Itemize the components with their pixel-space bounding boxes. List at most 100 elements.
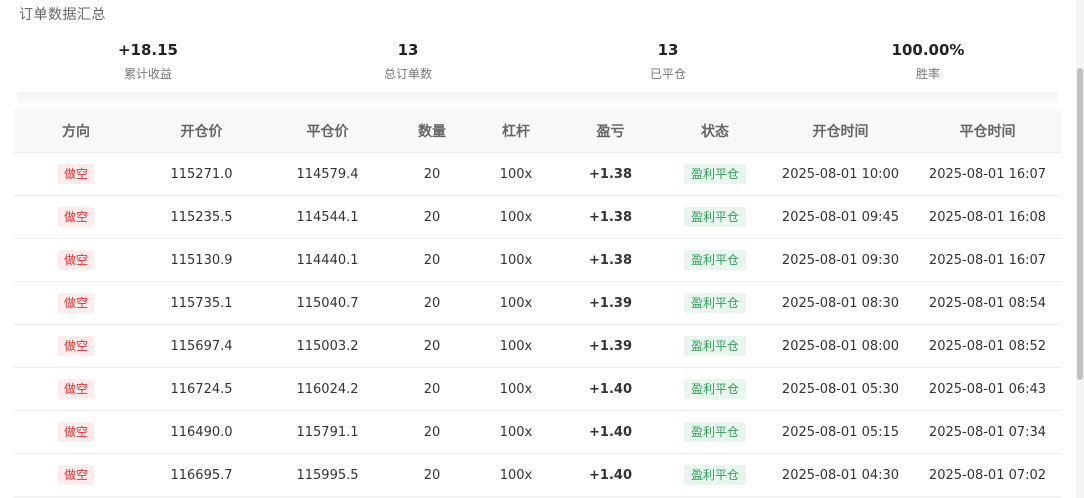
cell-close-price: 115995.5: [296, 467, 359, 483]
scrollbar-thumb[interactable]: [1077, 68, 1083, 380]
cell-direction: 做空: [14, 379, 138, 399]
stats-bar: +18.15 累计收益 13 总订单数 13 已平仓 100.00% 胜率: [18, 40, 1058, 90]
cell-direction: 做空: [14, 336, 138, 356]
status-badge: 盈利平仓: [683, 422, 746, 442]
header-direction[interactable]: 方向: [14, 121, 138, 141]
stat-closed: 13 已平仓: [538, 40, 798, 90]
order-summary-page: 订单数据汇总 +18.15 累计收益 13 总订单数 13 已平仓 100.00…: [0, 0, 1084, 498]
cell-pnl: +1.38: [589, 209, 632, 225]
cell-status: 盈利平仓: [663, 465, 767, 485]
cell-status: 盈利平仓: [663, 207, 767, 227]
status-badge: 盈利平仓: [683, 250, 746, 270]
cell-open-time: 2025-08-01 08:00: [781, 338, 900, 354]
direction-tag: 做空: [57, 336, 94, 356]
header-leverage[interactable]: 杠杆: [474, 121, 558, 141]
cell-close-time: 2025-08-01 16:08: [928, 209, 1047, 225]
cell-open-time: 2025-08-01 09:45: [781, 209, 900, 225]
cell-quantity: 20: [423, 338, 441, 354]
cell-open-price: 116695.7: [170, 467, 233, 483]
direction-tag: 做空: [57, 250, 94, 270]
direction-tag: 做空: [57, 164, 94, 184]
header-pnl[interactable]: 盈亏: [558, 121, 663, 141]
cell-direction: 做空: [14, 293, 138, 313]
direction-tag: 做空: [57, 465, 94, 485]
direction-tag: 做空: [57, 422, 94, 442]
cell-close-price: 114579.4: [296, 166, 359, 182]
table-header: 方向 开仓价 平仓价 数量 杠杆 盈亏 状态 开仓时间 平仓时间: [14, 109, 1061, 153]
vertical-scrollbar[interactable]: [1076, 0, 1084, 498]
direction-tag: 做空: [57, 207, 94, 227]
stat-total-orders: 13 总订单数: [278, 40, 538, 90]
cell-status: 盈利平仓: [663, 164, 767, 184]
cell-open-time: 2025-08-01 04:30: [781, 467, 900, 483]
cell-close-time: 2025-08-01 07:02: [928, 467, 1047, 483]
cell-close-time: 2025-08-01 08:54: [928, 295, 1047, 311]
cell-open-time: 2025-08-01 10:00: [781, 166, 900, 182]
cell-pnl: +1.39: [589, 338, 632, 354]
cell-close-price: 114440.1: [296, 252, 359, 268]
stat-value: 100.00%: [891, 41, 965, 59]
cell-close-price: 115791.1: [296, 424, 359, 440]
header-close-time[interactable]: 平仓时间: [914, 121, 1061, 141]
header-open-price[interactable]: 开仓价: [138, 121, 265, 141]
table-row[interactable]: 做空 116695.7 115995.5 20 100x +1.40 盈利平仓 …: [14, 454, 1061, 497]
cell-pnl: +1.40: [589, 467, 632, 483]
cell-open-price: 115697.4: [170, 338, 233, 354]
table-row[interactable]: 做空 115735.1 115040.7 20 100x +1.39 盈利平仓 …: [14, 282, 1061, 325]
cell-open-time: 2025-08-01 08:30: [781, 295, 900, 311]
cell-quantity: 20: [423, 295, 441, 311]
cell-quantity: 20: [423, 209, 441, 225]
status-badge: 盈利平仓: [683, 207, 746, 227]
cell-open-price: 116724.5: [170, 381, 233, 397]
table-row[interactable]: 做空 115235.5 114544.1 20 100x +1.38 盈利平仓 …: [14, 196, 1061, 239]
status-badge: 盈利平仓: [683, 465, 746, 485]
status-badge: 盈利平仓: [683, 164, 746, 184]
header-status[interactable]: 状态: [663, 121, 767, 141]
status-badge: 盈利平仓: [683, 336, 746, 356]
cell-leverage: 100x: [499, 338, 533, 354]
cell-pnl: +1.38: [589, 252, 632, 268]
cell-quantity: 20: [423, 252, 441, 268]
cell-close-price: 115003.2: [296, 338, 359, 354]
table-row[interactable]: 做空 115697.4 115003.2 20 100x +1.39 盈利平仓 …: [14, 325, 1061, 368]
cell-close-price: 116024.2: [296, 381, 359, 397]
cell-pnl: +1.40: [589, 424, 632, 440]
cell-status: 盈利平仓: [663, 336, 767, 356]
cell-direction: 做空: [14, 250, 138, 270]
cell-direction: 做空: [14, 422, 138, 442]
cell-status: 盈利平仓: [663, 422, 767, 442]
stat-value: +18.15: [117, 41, 178, 59]
stat-win-rate: 100.00% 胜率: [798, 40, 1058, 90]
stat-value: 13: [657, 41, 679, 59]
table-row[interactable]: 做空 115271.0 114579.4 20 100x +1.38 盈利平仓 …: [14, 153, 1061, 196]
header-open-time[interactable]: 开仓时间: [767, 121, 914, 141]
cell-pnl: +1.38: [589, 166, 632, 182]
stat-total-profit: +18.15 累计收益: [18, 40, 278, 90]
cell-direction: 做空: [14, 207, 138, 227]
cell-pnl: +1.39: [589, 295, 632, 311]
status-badge: 盈利平仓: [683, 293, 746, 313]
cell-direction: 做空: [14, 164, 138, 184]
header-close-price[interactable]: 平仓价: [265, 121, 390, 141]
cell-quantity: 20: [423, 424, 441, 440]
cell-open-price: 115735.1: [170, 295, 233, 311]
stat-label: 胜率: [915, 67, 940, 81]
cell-close-price: 114544.1: [296, 209, 359, 225]
cell-close-time: 2025-08-01 07:34: [928, 424, 1047, 440]
section-title: 订单数据汇总: [19, 7, 106, 23]
table-row[interactable]: 做空 116724.5 116024.2 20 100x +1.40 盈利平仓 …: [14, 368, 1061, 411]
cell-leverage: 100x: [499, 252, 533, 268]
cell-leverage: 100x: [499, 381, 533, 397]
cell-leverage: 100x: [499, 424, 533, 440]
cell-close-time: 2025-08-01 08:52: [928, 338, 1047, 354]
cell-pnl: +1.40: [589, 381, 632, 397]
cell-close-price: 115040.7: [296, 295, 359, 311]
header-quantity[interactable]: 数量: [390, 121, 474, 141]
cell-open-time: 2025-08-01 05:15: [781, 424, 900, 440]
cell-open-time: 2025-08-01 05:30: [781, 381, 900, 397]
table-row[interactable]: 做空 116490.0 115791.1 20 100x +1.40 盈利平仓 …: [14, 411, 1061, 454]
cell-status: 盈利平仓: [663, 250, 767, 270]
table-row[interactable]: 做空 115130.9 114440.1 20 100x +1.38 盈利平仓 …: [14, 239, 1061, 282]
stats-divider: [18, 92, 1058, 108]
stat-label: 累计收益: [123, 67, 172, 81]
